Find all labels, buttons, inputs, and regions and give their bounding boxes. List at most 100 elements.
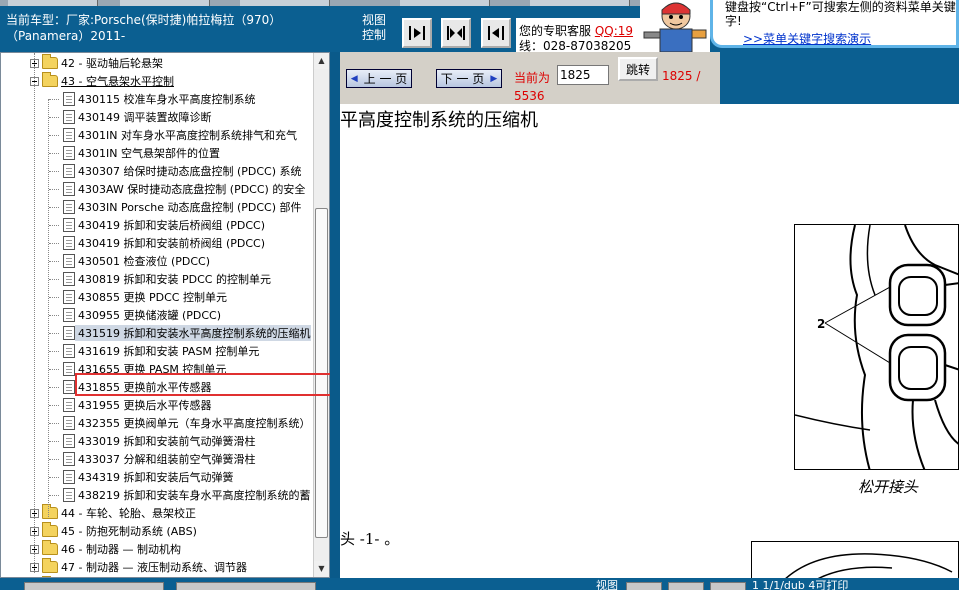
tree-doc-item[interactable]: 4303AW 保时捷动态底盘控制 (PDCC) 的安全 — [63, 180, 305, 198]
nav-bar-filler — [720, 52, 959, 104]
connector-illustration: 2 — [794, 224, 959, 470]
tree-item-label: 430149 调平装置故障诊断 — [78, 111, 212, 124]
view-right-pane-button[interactable] — [481, 18, 511, 48]
tree-item-label: 4301IN 对车身水平高度控制系统排气和充气 — [78, 129, 297, 142]
tree-connector-line — [49, 333, 59, 334]
prev-arrow-icon: ◀ — [350, 73, 358, 84]
pane-splitter[interactable] — [330, 52, 340, 578]
tree-folder-item[interactable]: 45 - 防抱死制动系统 (ABS) — [30, 522, 197, 540]
jump-button[interactable]: 跳转 — [618, 57, 658, 81]
service-qq-link[interactable]: QQ:19 — [595, 24, 633, 38]
tree-doc-item[interactable]: 4301IN 空气悬架部件的位置 — [63, 144, 220, 162]
tree-item-label: 432355 更换阀单元（车身水平高度控制系统） — [78, 417, 311, 430]
tree-connector-line — [49, 405, 59, 406]
arrow-right-bar-icon — [409, 26, 425, 40]
document-icon — [63, 434, 75, 448]
tree-item-label: 43 - 空气悬架水平控制 — [61, 75, 174, 88]
tree-doc-item[interactable]: 4303IN Porsche 动态底盘控制 (PDCC) 部件 — [63, 198, 302, 216]
figure-caption: 松开接头 — [858, 478, 919, 496]
tree-folder-item[interactable]: 43 - 空气悬架水平控制 — [30, 72, 174, 90]
footer-button-3[interactable] — [710, 582, 746, 590]
tree-folder-item[interactable]: 47 - 制动器 — 液压制动系统、调节器 — [30, 558, 247, 576]
tree-doc-item[interactable]: 430955 更换储液罐 (PDCC) — [63, 306, 221, 324]
scroll-up-arrow-icon[interactable]: ▲ — [314, 53, 329, 69]
tree-doc-item[interactable]: 430855 更换 PDCC 控制单元 — [63, 288, 227, 306]
current-car-model: 当前车型：厂家:Porsche(保时捷)帕拉梅拉（970）（Panamera）2… — [6, 13, 282, 43]
menu-tree-pane: 42 - 驱动轴后轮悬架 43 - 空气悬架水平控制 430115 校准车身水平高度… — [0, 52, 341, 578]
document-body-text: 头 -1- 。 — [340, 530, 400, 548]
bottom-tab-2[interactable] — [176, 582, 316, 590]
footer-button-2[interactable] — [668, 582, 704, 590]
document-icon — [63, 92, 75, 106]
tree-item-label: 431519 拆卸和安装水平高度控制系统的压缩机 — [75, 325, 311, 341]
tree-doc-item[interactable]: 430819 拆卸和安装 PDCC 的控制单元 — [63, 270, 271, 288]
document-icon — [63, 326, 75, 340]
document-title: 平高度控制系统的压缩机 — [340, 110, 538, 131]
service-label: 您的专职客服 — [519, 24, 592, 38]
tree-item-label: 430855 更换 PDCC 控制单元 — [78, 291, 227, 304]
document-icon — [63, 146, 75, 160]
figure-callout: 2 — [817, 317, 826, 331]
tree-connector-line — [49, 477, 59, 478]
folder-icon — [42, 540, 58, 555]
view-left-pane-button[interactable] — [402, 18, 432, 48]
tree-doc-item[interactable]: 430307 给保时捷动态底盘控制 (PDCC) 系统 — [63, 162, 302, 180]
bottom-tab-1[interactable] — [24, 582, 164, 590]
document-icon — [63, 128, 75, 142]
tree-doc-item[interactable]: 433019 拆卸和安装前气动弹簧滑柱 — [63, 432, 256, 450]
tree-doc-item[interactable]: 430419 拆卸和安装前桥阀组 (PDCC) — [63, 234, 265, 252]
document-icon — [63, 308, 75, 322]
tree-doc-item[interactable]: 431955 更换后水平传感器 — [63, 396, 212, 414]
next-page-label: 下 一 页 — [440, 72, 485, 86]
tree-connector-line — [49, 117, 59, 118]
prev-page-button[interactable]: ◀ 上 一 页 — [346, 69, 412, 88]
tree-doc-item[interactable]: 438219 拆卸和安装车身水平高度控制系统的蓄 — [63, 486, 311, 504]
page-number-input[interactable] — [557, 65, 609, 85]
folder-icon — [42, 522, 58, 537]
split-arrows-icon — [447, 26, 465, 40]
tree-item-label: 47 - 制动器 — 液压制动系统、调节器 — [61, 561, 247, 574]
document-icon — [63, 398, 75, 412]
tree-folder-item[interactable]: 42 - 驱动轴后轮悬架 — [30, 54, 163, 72]
tree-connector-line — [49, 459, 59, 460]
tree-folder-item[interactable]: 44 - 车轮、轮胎、悬架校正 — [30, 504, 196, 522]
tree-doc-item[interactable]: 430419 拆卸和安装后桥阀组 (PDCC) — [63, 216, 265, 234]
footer-button-1[interactable] — [626, 582, 662, 590]
tree-folder-item[interactable]: 48 - 转向 — [30, 576, 108, 577]
tree-item-label: 438219 拆卸和安装车身水平高度控制系统的蓄 — [78, 489, 311, 502]
tree-doc-item[interactable]: 430149 调平装置故障诊断 — [63, 108, 212, 126]
tree-connector-line — [49, 225, 59, 226]
view-split-button[interactable] — [441, 18, 471, 48]
document-icon — [63, 254, 75, 268]
tree-connector-line — [49, 171, 59, 172]
tree-connector-line — [49, 441, 59, 442]
scroll-down-arrow-icon[interactable]: ▼ — [314, 561, 329, 577]
search-demo-link[interactable]: >>菜单关键字搜索演示 — [743, 32, 956, 45]
tree-connector-line — [49, 387, 59, 388]
tree-doc-item[interactable]: 432355 更换阀单元（车身水平高度控制系统） — [63, 414, 311, 432]
folder-icon — [42, 72, 58, 87]
tree-item-label: 430115 校准车身水平高度控制系统 — [78, 93, 256, 106]
next-page-button[interactable]: 下 一 页 ▶ — [436, 69, 502, 88]
tree-connector-line — [49, 297, 59, 298]
tree-item-label: 430307 给保时捷动态底盘控制 (PDCC) 系统 — [78, 165, 302, 178]
tree-doc-item[interactable]: 431619 拆卸和安装 PASM 控制单元 — [63, 342, 259, 360]
tree-doc-item[interactable]: 4301IN 对车身水平高度控制系统排气和充气 — [63, 126, 297, 144]
tree-item-label: 4301IN 空气悬架部件的位置 — [78, 147, 220, 160]
document-icon — [63, 236, 75, 250]
tree-folder-item[interactable]: 46 - 制动器 — 制动机构 — [30, 540, 181, 558]
tree-doc-item[interactable]: 433037 分解和组装前空气弹簧滑柱 — [63, 450, 256, 468]
tree-doc-item[interactable]: 430501 检查液位 (PDCC) — [63, 252, 210, 270]
tree-doc-item[interactable]: 431519 拆卸和安装水平高度控制系统的压缩机 — [63, 324, 311, 342]
tree-item-label: 430819 拆卸和安装 PDCC 的控制单元 — [78, 273, 271, 286]
page-count: 1825 / — [662, 69, 701, 83]
mascot-mechanic-icon — [640, 0, 710, 53]
tree-item-label: 45 - 防抱死制动系统 (ABS) — [61, 525, 197, 538]
tree-scrollbar[interactable]: ▲ ▼ — [313, 53, 329, 577]
document-icon — [63, 452, 75, 466]
tree-doc-item[interactable]: 434319 拆卸和安装后气动弹簧 — [63, 468, 234, 486]
bottom-status-bar: 视图 1 1/1/dub 4可打印 — [0, 578, 959, 590]
document-icon — [63, 488, 75, 502]
tree-doc-item[interactable]: 430115 校准车身水平高度控制系统 — [63, 90, 256, 108]
folder-icon — [42, 54, 58, 69]
